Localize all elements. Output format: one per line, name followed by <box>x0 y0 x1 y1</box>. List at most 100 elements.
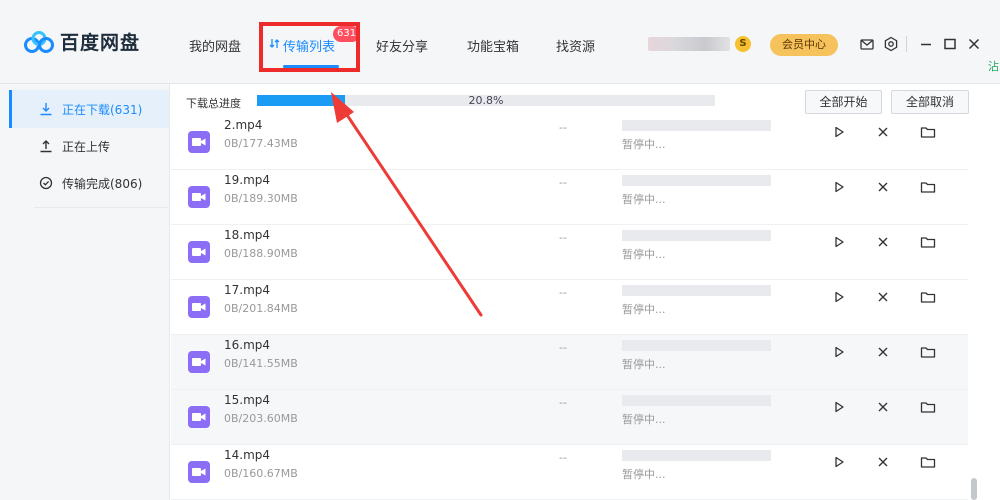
cancel-icon[interactable] <box>875 179 891 195</box>
cancel-icon[interactable] <box>875 124 891 140</box>
list-item[interactable]: 2.mp4 0B/177.43MB -- 暂停中... <box>171 117 968 170</box>
nav-friend-share[interactable]: 好友分享 <box>376 36 428 55</box>
cancel-icon[interactable] <box>875 399 891 415</box>
folder-icon[interactable] <box>920 234 936 250</box>
video-file-icon <box>188 296 210 318</box>
check-circle-icon <box>39 176 53 190</box>
app-logo: 百度网盘 <box>24 28 140 55</box>
sidebar-item-label: 传输完成(806) <box>62 176 143 191</box>
list-item[interactable]: 18.mp4 0B/188.90MB -- 暂停中... <box>171 225 968 280</box>
scrollbar[interactable] <box>968 117 980 500</box>
file-name: 15.mp4 <box>224 393 271 407</box>
download-speed: -- <box>559 286 567 299</box>
folder-icon[interactable] <box>920 454 936 470</box>
coin-badge[interactable]: S <box>735 36 751 52</box>
start-icon[interactable] <box>831 344 847 360</box>
file-status: 暂停中... <box>622 358 666 371</box>
list-item[interactable]: 17.mp4 0B/201.84MB -- 暂停中... <box>171 280 968 335</box>
file-name: 16.mp4 <box>224 338 271 352</box>
download-speed: -- <box>559 451 567 464</box>
file-progress-bar <box>622 340 771 351</box>
nav-toolbox[interactable]: 功能宝箱 <box>467 36 519 55</box>
sidebar-item-label: 正在上传 <box>62 139 111 154</box>
cancel-all-button[interactable]: 全部取消 <box>891 90 969 114</box>
file-progress-bar <box>622 175 771 186</box>
list-item[interactable]: 14.mp4 0B/160.67MB -- 暂停中... <box>171 445 968 500</box>
sidebar-item-completed[interactable]: 传输完成(806) <box>9 164 169 202</box>
start-icon[interactable] <box>831 289 847 305</box>
cancel-icon[interactable] <box>875 454 891 470</box>
file-name: 2.mp4 <box>224 118 263 132</box>
file-progress-bar <box>622 450 771 461</box>
file-size: 0B/203.60MB <box>224 412 298 425</box>
desktop-edge-fragment: 沾 <box>988 60 999 73</box>
start-icon[interactable] <box>831 399 847 415</box>
file-progress-bar <box>622 285 771 296</box>
total-progress-label: 下载总进度 <box>186 97 241 110</box>
video-file-icon <box>188 461 210 483</box>
nav-my-netdisk[interactable]: 我的网盘 <box>189 36 241 55</box>
folder-icon[interactable] <box>920 399 936 415</box>
nav-find-resources[interactable]: 找资源 <box>556 36 595 55</box>
annotation-highlight-box <box>259 22 360 72</box>
download-speed: -- <box>559 231 567 244</box>
maximize-icon[interactable] <box>942 36 958 52</box>
folder-icon[interactable] <box>920 179 936 195</box>
header-divider <box>906 36 907 52</box>
file-progress-bar <box>622 120 771 131</box>
username-blurred[interactable] <box>648 37 730 51</box>
vip-center-button[interactable]: 会员中心 <box>770 34 838 56</box>
file-size: 0B/188.90MB <box>224 247 298 260</box>
file-size: 0B/201.84MB <box>224 302 298 315</box>
folder-icon[interactable] <box>920 344 936 360</box>
file-status: 暂停中... <box>622 193 666 206</box>
download-speed: -- <box>559 176 567 189</box>
cancel-icon[interactable] <box>875 289 891 305</box>
file-progress-bar <box>622 395 771 406</box>
file-size: 0B/189.30MB <box>224 192 298 205</box>
file-status: 暂停中... <box>622 248 666 261</box>
file-status: 暂停中... <box>622 468 666 481</box>
close-icon[interactable] <box>966 36 982 52</box>
start-all-button[interactable]: 全部开始 <box>805 90 882 114</box>
video-file-icon <box>188 406 210 428</box>
start-icon[interactable] <box>831 179 847 195</box>
sidebar: 正在下载(631) 正在上传 传输完成(806) <box>0 84 170 500</box>
mail-icon[interactable] <box>859 36 875 52</box>
minimize-icon[interactable] <box>918 36 934 52</box>
download-speed: -- <box>559 341 567 354</box>
file-name: 17.mp4 <box>224 283 271 297</box>
cancel-icon[interactable] <box>875 234 891 250</box>
video-file-icon <box>188 351 210 373</box>
file-name: 14.mp4 <box>224 448 271 462</box>
file-status: 暂停中... <box>622 413 666 426</box>
settings-icon[interactable] <box>883 36 899 52</box>
download-speed: -- <box>559 396 567 409</box>
file-size: 0B/160.67MB <box>224 467 298 480</box>
download-list: 2.mp4 0B/177.43MB -- 暂停中... 19.mp4 0B/18… <box>171 117 968 500</box>
sidebar-item-uploading[interactable]: 正在上传 <box>9 127 169 165</box>
file-status: 暂停中... <box>622 303 666 316</box>
list-item[interactable]: 16.mp4 0B/141.55MB -- 暂停中... <box>171 335 968 390</box>
video-file-icon <box>188 131 210 153</box>
upload-icon <box>40 140 52 153</box>
cancel-icon[interactable] <box>875 344 891 360</box>
folder-icon[interactable] <box>920 289 936 305</box>
file-progress-bar <box>622 230 771 241</box>
start-icon[interactable] <box>831 454 847 470</box>
download-icon <box>40 103 52 116</box>
start-icon[interactable] <box>831 234 847 250</box>
sidebar-item-downloading[interactable]: 正在下载(631) <box>9 90 169 128</box>
total-progress-bar: 20.8% <box>257 94 715 107</box>
folder-icon[interactable] <box>920 124 936 140</box>
title-bar: 百度网盘 我的网盘 传输列表 631 好友分享 功能宝箱 找资源 S 会员中心 … <box>0 0 1000 84</box>
file-size: 0B/177.43MB <box>224 137 298 150</box>
video-file-icon <box>188 241 210 263</box>
app-name: 百度网盘 <box>60 32 141 54</box>
list-item[interactable]: 19.mp4 0B/189.30MB -- 暂停中... <box>171 170 968 225</box>
scrollbar-thumb[interactable] <box>971 478 977 500</box>
sidebar-divider <box>34 207 168 208</box>
download-speed: -- <box>559 121 567 134</box>
start-icon[interactable] <box>831 124 847 140</box>
list-item[interactable]: 15.mp4 0B/203.60MB -- 暂停中... <box>171 390 968 445</box>
